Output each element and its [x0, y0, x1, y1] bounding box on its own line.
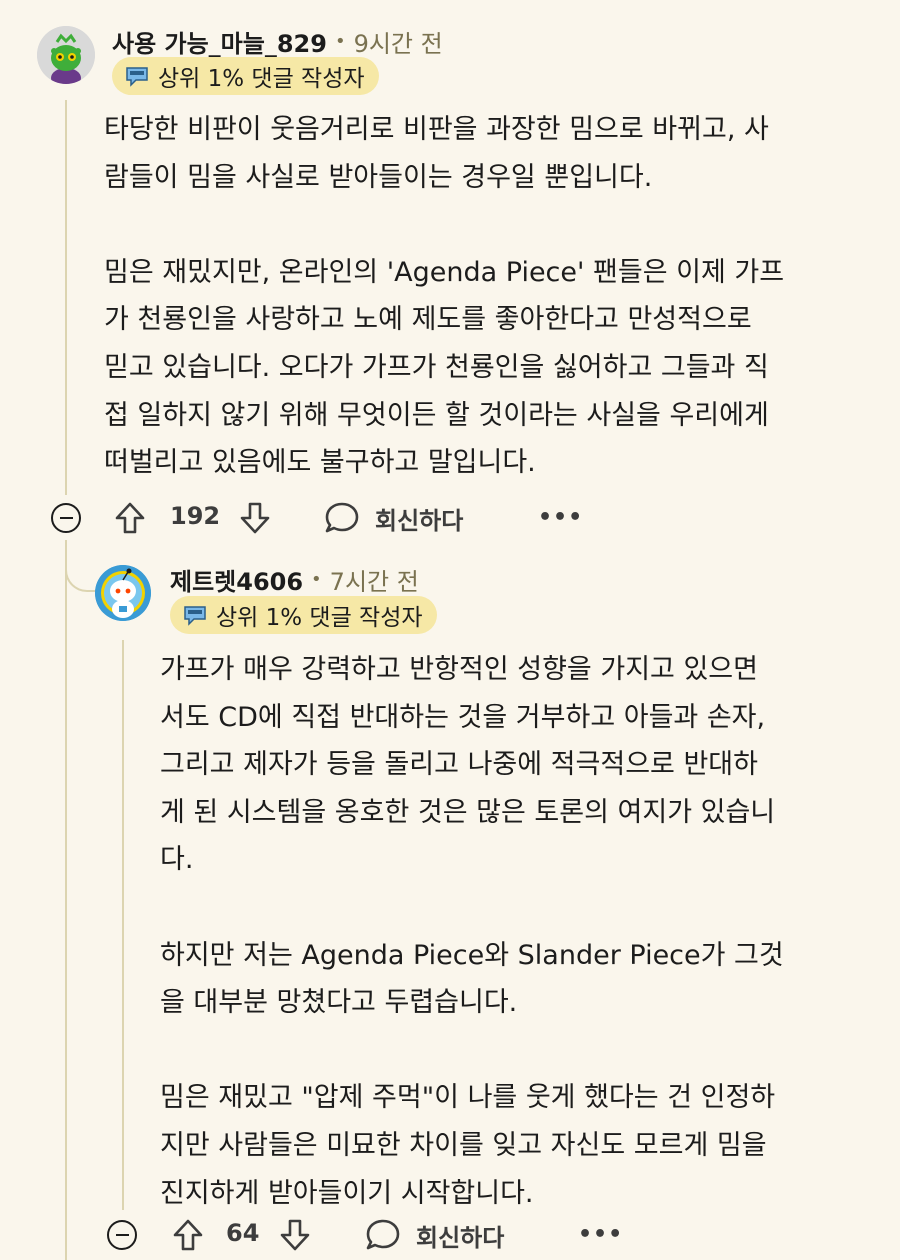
body-line: 접 일하지 않기 위해 무엇이든 할 것이라는 사실을 우리에게 — [104, 399, 769, 431]
collapse-button[interactable] — [107, 1220, 137, 1250]
more-options-button[interactable]: ••• — [578, 1222, 623, 1247]
username[interactable]: 제트렛4606 — [170, 562, 303, 597]
body-line: 타당한 비판이 웃음거리로 비판을 과장한 밈으로 바뀌고, 사 — [104, 114, 769, 145]
comment-body: 가프가 매우 강력하고 반항적인 성향을 가지고 있으면 서도 CD에 직접 반… — [160, 646, 784, 1217]
comment-bubble-icon — [366, 1219, 400, 1250]
flair-label: 상위 1% 댓글 작성자 — [158, 66, 365, 92]
username[interactable]: 사용 가능_마늘_829 — [112, 24, 327, 59]
user-flair: 상위 1% 댓글 작성자 — [112, 57, 379, 95]
reply-label: 회신하다 — [375, 506, 464, 535]
comment-bubble-icon — [325, 502, 359, 533]
body-line: 밈은 재밌지만, 온라인의 'Agenda Piece' 팬들은 이제 가프 — [104, 256, 785, 288]
vote-count: 192 — [170, 502, 221, 530]
snoo-astronaut-avatar-icon — [95, 565, 151, 621]
downvote-button[interactable] — [237, 500, 273, 536]
meta-separator: • — [334, 30, 346, 52]
body-line: 게 된 시스템을 옹호한 것은 많은 토론의 여지가 있습니 — [160, 796, 776, 828]
snoo-green-avatar-icon — [37, 26, 95, 84]
speech-bubble-badge-icon — [182, 604, 208, 626]
arrow-up-icon — [173, 1219, 203, 1251]
downvote-button[interactable] — [277, 1217, 313, 1253]
body-line: 그리고 제자가 등을 돌리고 나중에 적극적으로 반대하 — [160, 749, 758, 781]
body-line: 밈은 재밌고 "압제 주먹"이 나를 웃게 했다는 건 인정하 — [160, 1082, 776, 1114]
timestamp[interactable]: 7시간 전 — [330, 562, 419, 597]
speech-bubble-badge-icon — [124, 65, 150, 87]
body-line: 서도 CD에 직접 반대하는 것을 거부하고 아들과 손자, — [160, 701, 766, 733]
body-line: 믿고 있습니다. 오다가 가프가 천룡인을 싫어하고 그들과 직 — [104, 351, 769, 383]
collapse-minus-icon — [59, 516, 73, 520]
body-line: 가 천룡인을 사랑하고 노예 제도를 좋아한다고 만성적으로 — [104, 304, 752, 336]
reply-button[interactable]: 회신하다 — [323, 500, 463, 536]
thread-line-1-lower[interactable] — [65, 540, 67, 1260]
thread-line-1[interactable] — [65, 100, 67, 495]
comment-thread: 사용 가능_마늘_829 • 9시간 전 상위 1% 댓글 작성자 타당한 비판… — [0, 0, 900, 1260]
collapse-button[interactable] — [51, 503, 81, 533]
flair-label: 상위 1% 댓글 작성자 — [216, 605, 423, 631]
reply-button[interactable]: 회신하다 — [364, 1217, 504, 1253]
upvote-button[interactable] — [170, 1217, 206, 1253]
body-line: 가프가 매우 강력하고 반항적인 성향을 가지고 있으면 — [160, 654, 758, 685]
comment-header: 제트렛4606 • 7시간 전 — [170, 562, 419, 596]
arrow-down-icon — [280, 1219, 310, 1251]
body-line: 지만 사람들은 미묘한 차이를 잊고 자신도 모르게 밈을 — [160, 1129, 767, 1161]
thread-elbow — [65, 540, 95, 592]
avatar[interactable] — [95, 565, 151, 621]
comment-body: 타당한 비판이 웃음거리로 비판을 과장한 밈으로 바뀌고, 사 람들이 밈을 … — [104, 106, 784, 487]
collapse-minus-icon — [115, 1233, 129, 1237]
comment-header: 사용 가능_마늘_829 • 9시간 전 — [112, 24, 443, 58]
body-line: 람들이 밈을 사실로 받아들이는 경우일 뿐입니다. — [104, 161, 653, 193]
body-line: 떠벌리고 있음에도 불구하고 말입니다. — [104, 447, 536, 479]
body-line: 다. — [160, 844, 194, 876]
avatar[interactable] — [37, 26, 95, 84]
timestamp[interactable]: 9시간 전 — [354, 24, 443, 59]
upvote-button[interactable] — [112, 500, 148, 536]
more-options-button[interactable]: ••• — [538, 505, 583, 530]
body-line: 을 대부분 망쳤다고 두렵습니다. — [160, 987, 518, 1019]
thread-line-2[interactable] — [122, 640, 124, 1210]
body-line: 진지하게 받아들이기 시작합니다. — [160, 1177, 534, 1209]
meta-separator: • — [311, 568, 322, 590]
user-flair: 상위 1% 댓글 작성자 — [170, 596, 437, 634]
reply-label: 회신하다 — [416, 1223, 505, 1252]
arrow-up-icon — [115, 502, 145, 534]
vote-count: 64 — [226, 1219, 260, 1247]
body-line: 하지만 저는 Agenda Piece와 Slander Piece가 그것 — [160, 939, 784, 971]
arrow-down-icon — [240, 502, 270, 534]
